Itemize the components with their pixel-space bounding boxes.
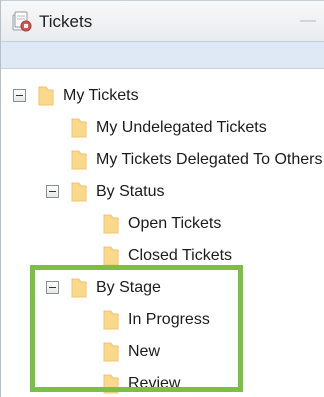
ticket-tree: My Tickets My Undelegated Tickets My Tic… <box>1 69 324 397</box>
panel-header: Tickets — <box>1 0 324 42</box>
collapse-icon[interactable] <box>13 89 26 102</box>
tree-node-label: Open Tickets <box>128 215 222 232</box>
folder-icon <box>71 150 87 170</box>
tree-node-label: Review <box>128 375 181 392</box>
folder-icon <box>103 214 119 234</box>
tree-node-label: By Stage <box>96 279 161 296</box>
folder-icon <box>71 278 87 298</box>
tree-node-by-stage[interactable]: By Stage <box>1 275 324 301</box>
tree-node-open-tickets[interactable]: Open Tickets <box>1 211 324 237</box>
folder-icon <box>103 342 119 362</box>
panel-title: Tickets <box>39 12 93 31</box>
tickets-panel: Tickets — My Tickets My Undelegated Tick… <box>0 0 324 397</box>
tree-node-undelegated[interactable]: My Undelegated Tickets <box>1 115 324 141</box>
minimize-button[interactable]: — <box>300 12 316 30</box>
folder-icon <box>38 86 54 106</box>
panel-toolbar <box>1 42 324 69</box>
collapse-icon[interactable] <box>46 185 59 198</box>
tree-node-closed-tickets[interactable]: Closed Tickets <box>1 243 324 269</box>
tickets-icon <box>12 11 32 32</box>
tree-node-label: My Tickets <box>63 87 139 104</box>
tree-node-by-status[interactable]: By Status <box>1 179 324 205</box>
collapse-icon[interactable] <box>46 281 59 294</box>
tree-node-new[interactable]: New <box>1 339 324 365</box>
folder-icon <box>103 374 119 394</box>
tree-node-label: My Undelegated Tickets <box>96 119 267 136</box>
tree-node-label: Closed Tickets <box>128 247 233 264</box>
tree-node-label: My Tickets Delegated To Others <box>96 151 323 168</box>
tree-node-my-tickets[interactable]: My Tickets <box>1 83 324 109</box>
tree-node-label: By Status <box>96 183 165 200</box>
tree-node-label: In Progress <box>128 311 210 328</box>
folder-icon <box>103 246 119 266</box>
folder-icon <box>71 118 87 138</box>
folder-icon <box>71 182 87 202</box>
folder-icon <box>103 310 119 330</box>
tree-node-review[interactable]: Review <box>1 371 324 397</box>
tree-node-in-progress[interactable]: In Progress <box>1 307 324 333</box>
tree-node-label: New <box>128 343 161 360</box>
tree-node-delegated[interactable]: My Tickets Delegated To Others <box>1 147 324 173</box>
